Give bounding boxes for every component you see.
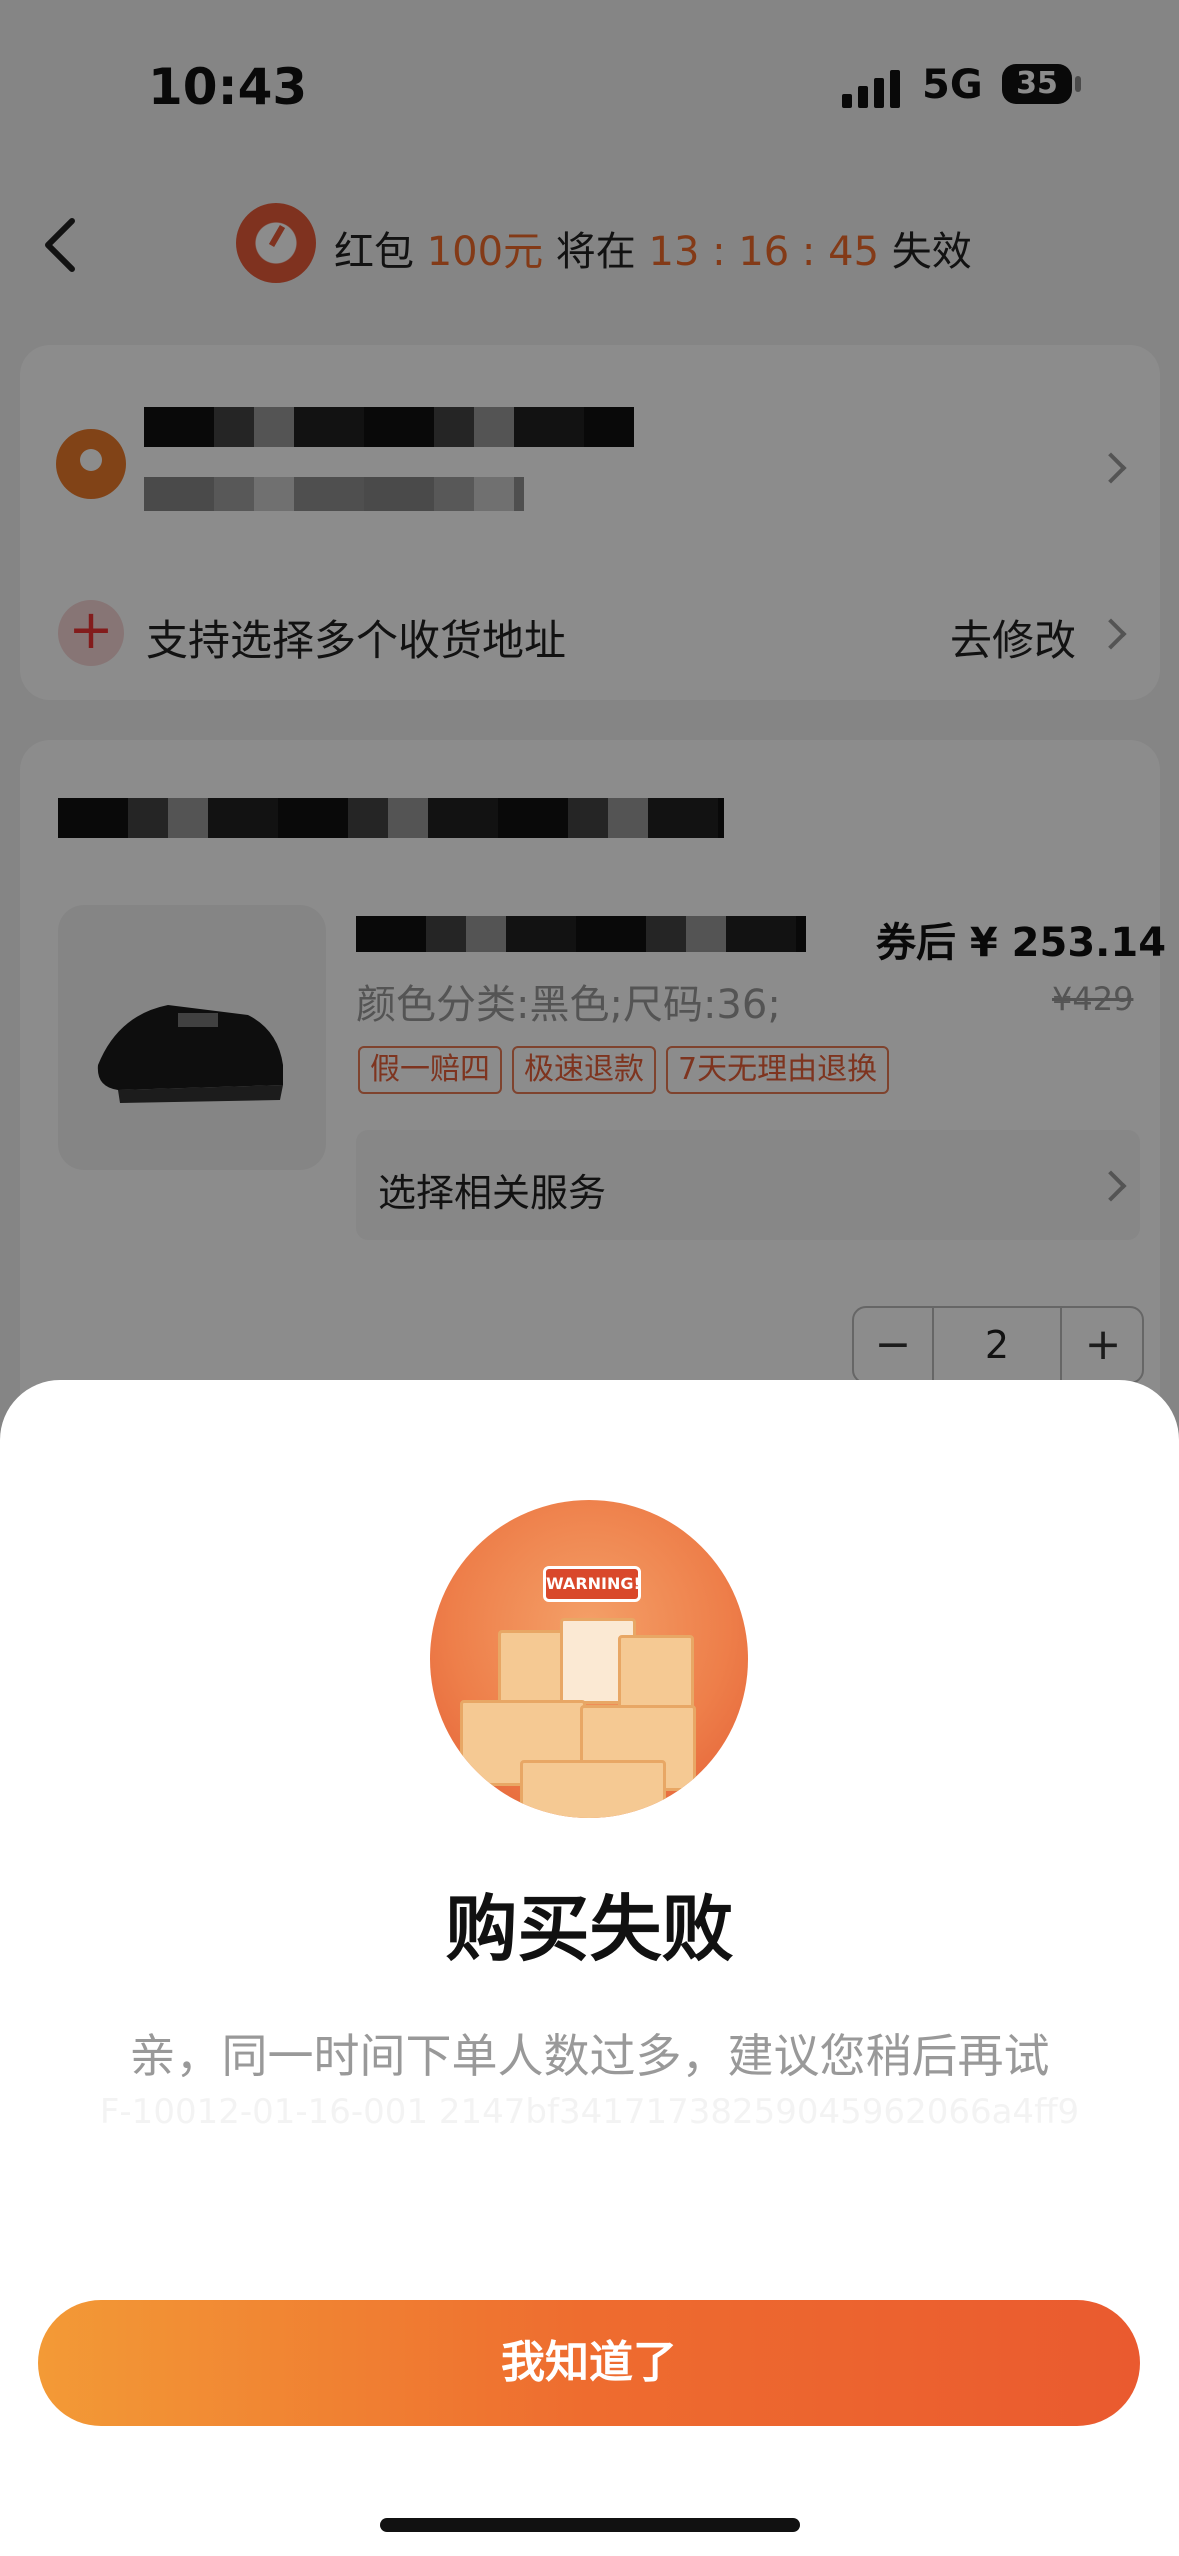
dialog-title: 购买失败 bbox=[445, 1887, 734, 1971]
acknowledge-button[interactable]: 我知道了 bbox=[38, 2300, 1140, 2426]
package-box bbox=[520, 1760, 666, 1818]
purchase-failed-sheet: WARNING! 购买失败 亲，同一时间下单人数过多，建议您稍后再试 F-100… bbox=[0, 1380, 1179, 2556]
warning-truck-illustration: WARNING! bbox=[430, 1500, 748, 1818]
package-box bbox=[618, 1635, 694, 1711]
error-code: F-10012-01-16-001 2147bf3417173825904596… bbox=[99, 2092, 1080, 2132]
dialog-message: 亲，同一时间下单人数过多，建议您稍后再试 bbox=[129, 2029, 1050, 2083]
warning-label: WARNING! bbox=[543, 1566, 641, 1602]
home-indicator bbox=[380, 2518, 800, 2532]
